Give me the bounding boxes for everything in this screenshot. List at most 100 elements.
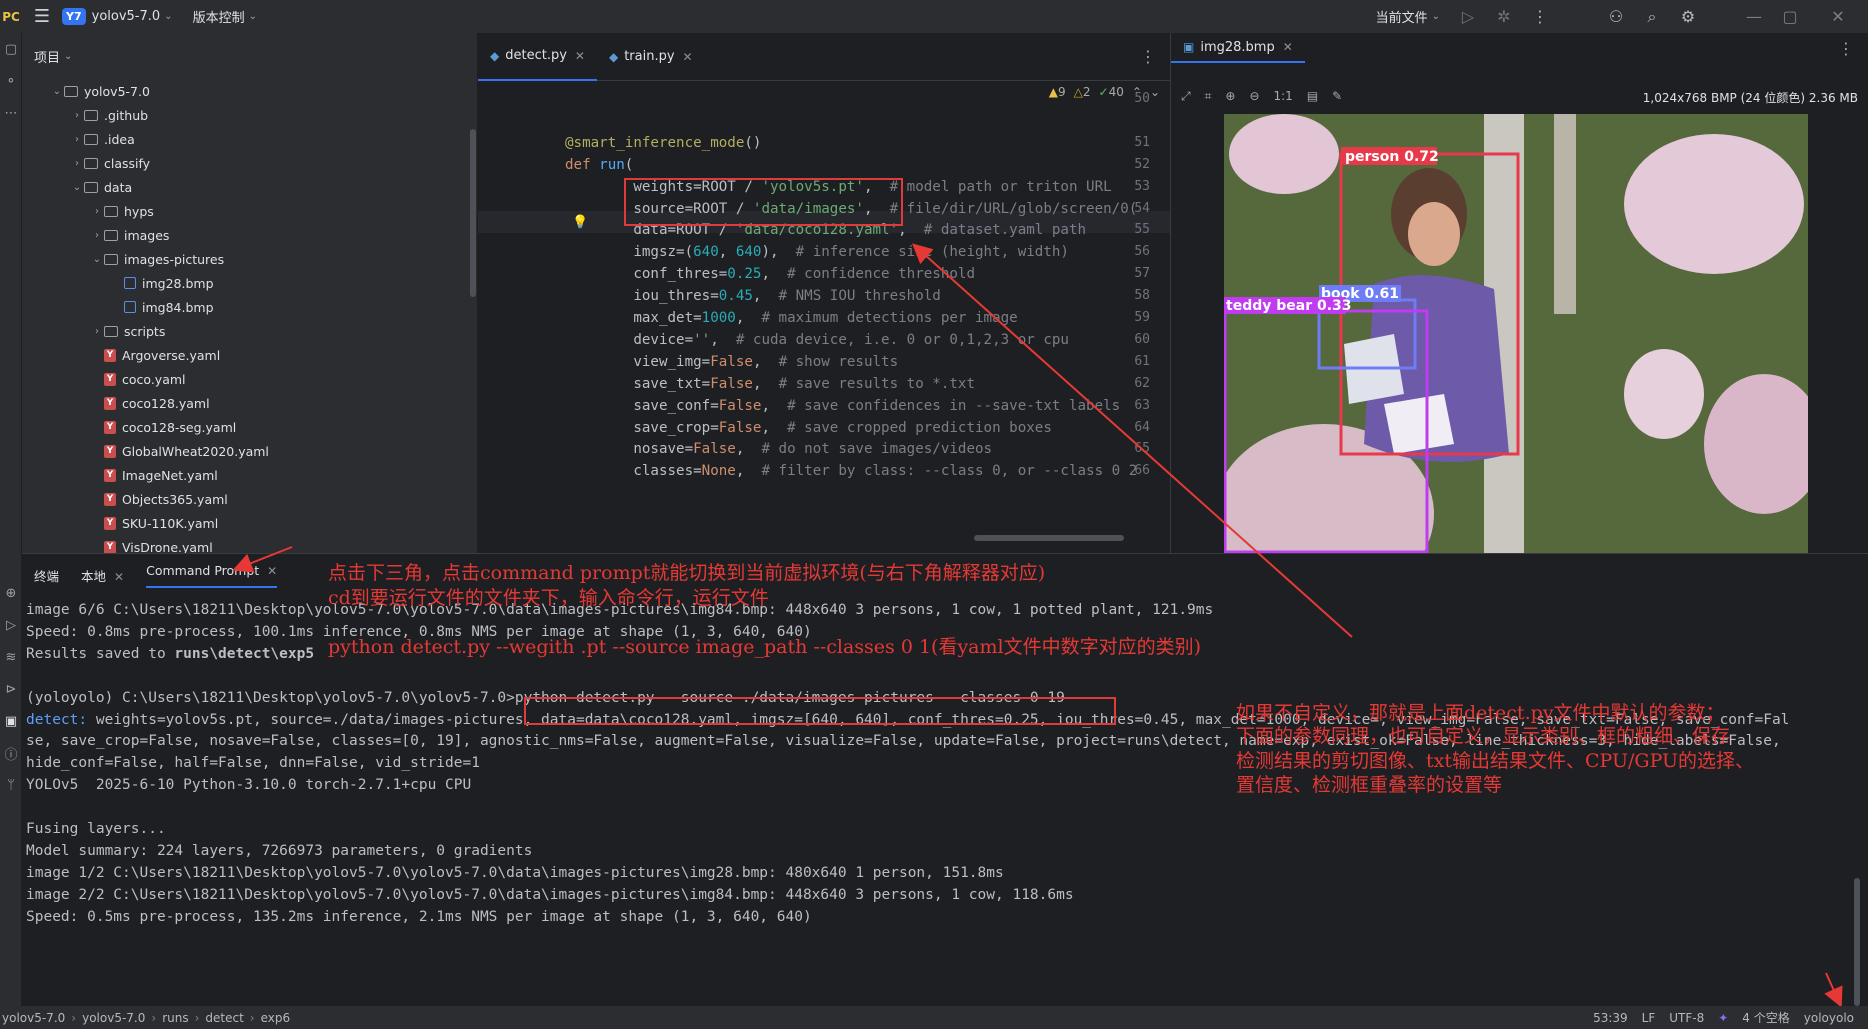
folder-icon — [104, 253, 118, 265]
editor-scrollbar[interactable] — [974, 535, 1124, 541]
close-icon[interactable]: ✕ — [1283, 40, 1293, 54]
copilot-icon[interactable]: ✦ — [1718, 1011, 1728, 1025]
image-toolbar: ⤢ ⌗ ⊕ ⊖ 1:1 ▤ ✎ 1,024x768 BMP (24 位颜色) 2… — [1171, 81, 1868, 111]
tree-item[interactable]: Y ImageNet.yaml — [22, 463, 477, 487]
layers-tool-icon[interactable]: ≋ — [0, 641, 22, 673]
tab-local[interactable]: 本地 ✕ — [81, 566, 124, 585]
tree-item[interactable]: Y Argoverse.yaml — [22, 343, 477, 367]
breadcrumb-item[interactable]: exp6 — [261, 1011, 291, 1025]
tab-img28-bmp[interactable]: ▣ img28.bmp ✕ — [1171, 33, 1305, 63]
line-separator[interactable]: LF — [1642, 1011, 1656, 1025]
chevron-down-icon[interactable]: ⌄ — [70, 182, 84, 193]
tree-item[interactable]: img84.bmp — [22, 295, 477, 319]
chevron-right-icon[interactable]: › — [70, 110, 84, 121]
file-encoding[interactable]: UTF-8 — [1669, 1011, 1704, 1025]
minimize-icon[interactable]: — — [1736, 0, 1772, 33]
run-icon[interactable]: ▷ — [1450, 0, 1486, 33]
terminal-scrollbar[interactable] — [1854, 878, 1860, 1006]
crop-icon[interactable]: ⌗ — [1205, 89, 1212, 104]
more-icon[interactable]: ⋮ — [1522, 0, 1558, 33]
lightbulb-icon[interactable]: 💡 — [572, 215, 588, 230]
project-switcher[interactable]: Y7 yolov5-7.0 ⌄ — [62, 8, 173, 25]
tab-detect-py[interactable]: ◆ detect.py ✕ — [478, 33, 597, 81]
tree-item[interactable]: Ycoco128.yaml — [22, 391, 477, 415]
close-window-icon[interactable]: ✕ — [1808, 0, 1868, 33]
run-config-select[interactable]: 当前文件 ⌄ — [1376, 7, 1440, 26]
chevron-right-icon[interactable]: › — [70, 134, 84, 145]
tree-item-label: coco.yaml — [122, 371, 186, 387]
debug-icon[interactable]: ✲ — [1486, 0, 1522, 33]
terminal-line: hide_conf=False, half=False, dnn=False, … — [26, 755, 480, 772]
chevron-down-icon[interactable]: ⌄ — [90, 254, 104, 265]
line-number: 50 — [1134, 91, 1150, 106]
tab-command-prompt[interactable]: Command Prompt ✕ — [146, 563, 278, 588]
left-tool-strip: ▢ ⚬ ⋯ ⊕ ▷ ≋ ⊳ ▣ ⓘ ᛘ — [0, 33, 22, 1006]
tree-item[interactable]: › images — [22, 223, 477, 247]
fit-icon[interactable]: ⤢ — [1181, 89, 1191, 104]
tree-item[interactable]: ⌄ yolov5-7.0 — [22, 79, 477, 103]
folder-icon — [104, 229, 118, 241]
color-picker-icon[interactable]: ✎ — [1332, 89, 1342, 103]
tree-item[interactable]: › .github — [22, 103, 477, 127]
tree-item[interactable]: Y SKU-110K.yaml — [22, 511, 477, 535]
maximize-icon[interactable]: ▢ — [1772, 0, 1808, 33]
tree-item-label: scripts — [124, 323, 166, 339]
chevron-right-icon[interactable]: › — [90, 230, 104, 241]
actual-size-button[interactable]: 1:1 — [1274, 89, 1293, 103]
chevron-right-icon[interactable]: › — [90, 206, 104, 217]
editor-more-icon[interactable]: ⋮ — [1140, 47, 1156, 66]
python-file-icon: ◆ — [608, 49, 619, 64]
more-tools-icon[interactable]: ⋯ — [0, 97, 22, 129]
main-menu-icon[interactable]: ☰ — [22, 0, 62, 33]
yaml-file-icon: Y — [104, 396, 116, 410]
yaml-file-icon: Y — [104, 420, 116, 434]
image-more-icon[interactable]: ⋮ — [1838, 39, 1854, 58]
tree-item[interactable]: › hyps — [22, 199, 477, 223]
project-panel-header[interactable]: 项目 ⌄ — [22, 33, 477, 79]
services-tool-icon[interactable]: ⊳ — [0, 673, 22, 705]
search-icon[interactable]: ⌕ — [1634, 0, 1670, 33]
python-interpreter[interactable]: yoloyolo — [1804, 1011, 1854, 1025]
breadcrumb-item[interactable]: detect — [205, 1011, 243, 1025]
close-icon[interactable]: ✕ — [267, 564, 277, 578]
breadcrumb-item[interactable]: yolov5-7.0 — [82, 1011, 145, 1025]
terminal-tool-icon[interactable]: ▣ — [0, 705, 22, 737]
breadcrumb-item[interactable]: yolov5-7.0 — [2, 1011, 65, 1025]
settings-gear-icon[interactable]: ⚙ — [1670, 0, 1706, 33]
line-number: 53 — [1134, 178, 1150, 194]
tree-item[interactable]: ⌄ images-pictures — [22, 247, 477, 271]
git-tool-icon[interactable]: ᛘ — [0, 769, 22, 801]
vcs-menu[interactable]: 版本控制 ⌄ — [193, 7, 257, 26]
chevron-right-icon[interactable]: › — [90, 326, 104, 337]
tree-item[interactable]: img28.bmp — [22, 271, 477, 295]
cursor-position[interactable]: 53:39 — [1593, 1011, 1628, 1025]
tree-item[interactable]: Y GlobalWheat2020.yaml — [22, 439, 477, 463]
run-tool-icon[interactable]: ▷ — [0, 609, 22, 641]
tab-train-py[interactable]: ◆ train.py ✕ — [597, 33, 705, 81]
chevron-right-icon[interactable]: › — [70, 158, 84, 169]
line-number: 65 — [1134, 441, 1150, 457]
code-area[interactable]: 50 51 @smart_inference_mode() 52 def run(53 … — [478, 81, 1170, 553]
project-tool-icon[interactable]: ▢ — [0, 33, 22, 65]
tree-item[interactable]: › .idea — [22, 127, 477, 151]
close-icon[interactable]: ✕ — [575, 49, 585, 63]
tree-item[interactable]: › scripts — [22, 319, 477, 343]
zoom-out-icon[interactable]: ⊖ — [1249, 89, 1259, 103]
background-icon[interactable]: ▤ — [1307, 89, 1318, 103]
close-icon[interactable]: ✕ — [683, 50, 693, 64]
chevron-down-icon[interactable]: ⌄ — [50, 86, 64, 97]
tree-item[interactable]: ⌄ data — [22, 175, 477, 199]
tree-scrollbar[interactable] — [470, 129, 476, 297]
tree-item[interactable]: Y Objects365.yaml — [22, 487, 477, 511]
problems-tool-icon[interactable]: ⓘ — [0, 737, 22, 769]
tree-item[interactable]: Ycoco128-seg.yaml — [22, 415, 477, 439]
tree-item[interactable]: Ycoco.yaml — [22, 367, 477, 391]
python-packages-icon[interactable]: ⊕ — [0, 577, 22, 609]
commit-tool-icon[interactable]: ⚬ — [0, 65, 22, 97]
breadcrumb-item[interactable]: runs — [162, 1011, 188, 1025]
zoom-in-icon[interactable]: ⊕ — [1225, 89, 1235, 103]
tree-item[interactable]: › classify — [22, 151, 477, 175]
add-user-icon[interactable]: ⚇ — [1598, 0, 1634, 33]
indent-setting[interactable]: 4 个空格 — [1742, 1009, 1789, 1026]
close-icon[interactable]: ✕ — [114, 570, 124, 584]
